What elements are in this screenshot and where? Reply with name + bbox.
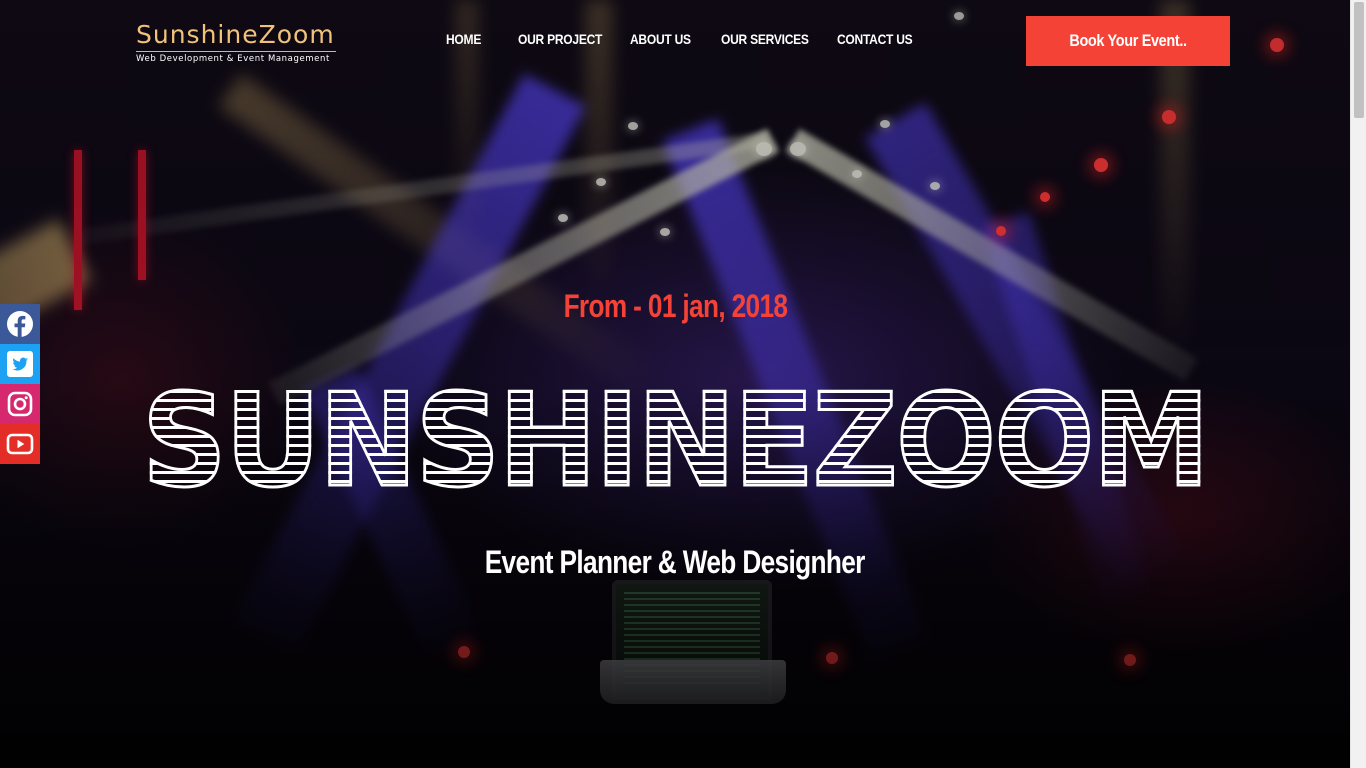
hero-subtitle: Event Planner & Web Designher bbox=[0, 544, 1350, 581]
hero-date-text: From - 01 jan, 2018 bbox=[563, 288, 787, 324]
nav-item-contact-us[interactable]: CONTACT US bbox=[837, 31, 913, 47]
hero-subtitle-text: Event Planner & Web Designher bbox=[484, 544, 866, 580]
facebook-icon bbox=[7, 311, 33, 337]
facebook-link[interactable] bbox=[0, 304, 40, 344]
page-scrollbar[interactable] bbox=[1350, 0, 1366, 768]
instagram-link[interactable] bbox=[0, 384, 40, 424]
social-sidebar bbox=[0, 304, 40, 464]
twitter-link[interactable] bbox=[0, 344, 40, 384]
brand-tagline: Web Development & Event Management bbox=[136, 51, 336, 64]
youtube-link[interactable] bbox=[0, 424, 40, 464]
nav-item-home[interactable]: HOME bbox=[446, 31, 481, 47]
brand-logo[interactable]: SunshineZoom Web Development & Event Man… bbox=[136, 20, 336, 64]
nav-item-about-us[interactable]: ABOUT US bbox=[630, 31, 691, 47]
book-event-label: Book Your Event.. bbox=[1069, 31, 1187, 50]
book-event-button[interactable]: Book Your Event.. bbox=[1026, 16, 1230, 66]
scrollbar-thumb[interactable] bbox=[1354, 2, 1364, 118]
hero-title: SUNSHINEZOOM bbox=[26, 370, 1323, 513]
youtube-icon bbox=[6, 433, 34, 455]
nav-item-our-services[interactable]: OUR SERVICES bbox=[721, 31, 809, 47]
instagram-icon bbox=[7, 391, 33, 417]
hero-date: From - 01 jan, 2018 bbox=[0, 288, 1350, 325]
nav-item-our-project[interactable]: OUR PROJECT bbox=[518, 31, 602, 47]
brand-name: SunshineZoom bbox=[136, 20, 335, 49]
twitter-icon bbox=[7, 351, 33, 377]
